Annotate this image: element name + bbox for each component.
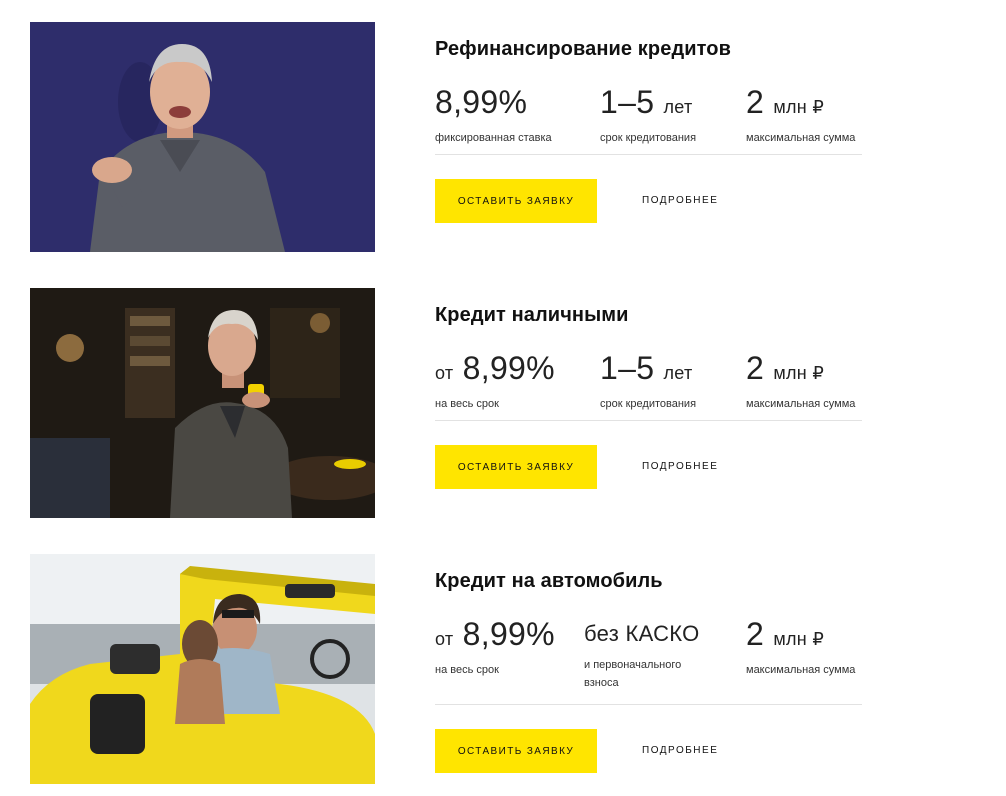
stat-value: от 8,99% bbox=[435, 616, 555, 652]
stat-caption: и первоначального взноса bbox=[584, 659, 682, 689]
divider bbox=[435, 704, 862, 705]
stat-value: 2 млн ₽ bbox=[746, 350, 825, 386]
divider bbox=[435, 154, 862, 155]
divider bbox=[435, 420, 862, 421]
stat-value: 1–5 лет bbox=[600, 84, 693, 120]
stat-term: 1–5 лет срок кредитования bbox=[600, 350, 696, 413]
man-with-coffee-illustration bbox=[30, 288, 375, 518]
stat-rate: от 8,99% на весь срок bbox=[435, 616, 555, 679]
more-link[interactable]: Подробнее bbox=[642, 729, 718, 773]
product-title: Кредит на автомобиль bbox=[435, 570, 663, 592]
product-image-refinancing bbox=[30, 22, 375, 252]
more-link[interactable]: Подробнее bbox=[642, 179, 718, 223]
product-card-refinancing: Рефинансирование кредитов 8,99% фиксиров… bbox=[0, 22, 1006, 252]
stat-caption: срок кредитования bbox=[600, 132, 697, 144]
product-card-cash-loan: Кредит наличными от 8,99% на весь срок 1… bbox=[0, 288, 1006, 518]
stat-value: 8,99% bbox=[435, 84, 528, 120]
stat-caption: фиксированная ставка bbox=[435, 132, 552, 144]
man-gesturing-illustration bbox=[30, 22, 375, 252]
stat-no-casco: без КАСКО и первоначального взноса bbox=[584, 616, 700, 692]
stat-max-amount: 2 млн ₽ максимальная сумма bbox=[746, 350, 855, 413]
stat-max-amount: 2 млн ₽ максимальная сумма bbox=[746, 84, 855, 147]
stat-value: без КАСКО bbox=[584, 621, 700, 646]
product-image-cash-loan bbox=[30, 288, 375, 518]
product-title: Рефинансирование кредитов bbox=[435, 38, 731, 60]
product-title: Кредит наличными bbox=[435, 304, 629, 326]
apply-button[interactable]: Оставить заявку bbox=[435, 179, 597, 223]
more-link[interactable]: Подробнее bbox=[642, 445, 718, 489]
stat-caption: на весь срок bbox=[435, 398, 499, 410]
stat-max-amount: 2 млн ₽ максимальная сумма bbox=[746, 616, 855, 679]
stat-caption: срок кредитования bbox=[600, 398, 697, 410]
product-info: Рефинансирование кредитов 8,99% фиксиров… bbox=[435, 22, 865, 252]
product-image-car-loan bbox=[30, 554, 375, 784]
product-info: Кредит на автомобиль от 8,99% на весь ср… bbox=[435, 554, 865, 784]
product-info: Кредит наличными от 8,99% на весь срок 1… bbox=[435, 288, 865, 518]
apply-button[interactable]: Оставить заявку bbox=[435, 445, 597, 489]
couple-in-car-illustration bbox=[30, 554, 375, 784]
stat-caption: максимальная сумма bbox=[746, 664, 856, 676]
stat-value: 1–5 лет bbox=[600, 350, 693, 386]
apply-button[interactable]: Оставить заявку bbox=[435, 729, 597, 773]
stat-value: от 8,99% bbox=[435, 350, 555, 386]
stat-term: 1–5 лет срок кредитования bbox=[600, 84, 696, 147]
stat-value: 2 млн ₽ bbox=[746, 616, 825, 652]
stat-caption: максимальная сумма bbox=[746, 398, 856, 410]
stat-caption: на весь срок bbox=[435, 664, 499, 676]
stat-caption: максимальная сумма bbox=[746, 132, 856, 144]
stat-rate: 8,99% фиксированная ставка bbox=[435, 84, 552, 147]
stat-rate: от 8,99% на весь срок bbox=[435, 350, 555, 413]
stat-value: 2 млн ₽ bbox=[746, 84, 825, 120]
product-card-car-loan: Кредит на автомобиль от 8,99% на весь ср… bbox=[0, 554, 1006, 784]
